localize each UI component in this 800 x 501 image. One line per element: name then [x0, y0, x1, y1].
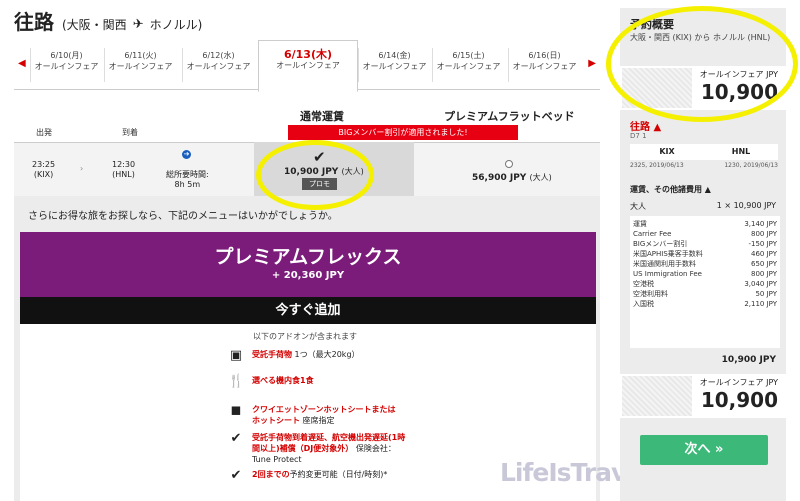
feature-item: ▣ 受託手荷物 1つ（最大20kg）	[229, 348, 360, 363]
feature-item: ✔ 2回までの予約変更可能（日付/時刻)*	[228, 469, 402, 483]
feature-item: 🍴 選べる機内食1食	[228, 374, 314, 389]
fees-toggle[interactable]: 運賃、その他諸費用 ▲	[630, 184, 711, 195]
summary-price-box-bottom: オールインフェア JPY 10,900	[620, 374, 786, 418]
plane-icon: ✈	[132, 17, 144, 32]
next-button[interactable]: 次へ »	[640, 435, 768, 465]
fee-row: US Immigration Fee 800 JPY	[633, 270, 777, 278]
fee-row: 入国税 2,110 JPY	[633, 300, 777, 308]
prev-dates-arrow-icon[interactable]: ◀	[18, 58, 26, 69]
fee-row: 米国通関利用手数料 650 JPY	[633, 260, 777, 268]
fee-row: BIGメンバー割引 -150 JPY	[633, 240, 777, 248]
arrive-column-header: 到着	[122, 128, 138, 137]
date-tab[interactable]: 6/12(水) オールインフェア	[182, 48, 254, 82]
included-label: 以下のアドオンが含まれます	[253, 332, 357, 341]
discount-banner: BIGメンバー割引が適用されました!	[288, 125, 518, 140]
route-header: 往路 (大阪・関西 ✈ ホノルル)	[14, 6, 202, 35]
premium-flex-card: プレミアムフレックス + 20,360 JPY	[20, 232, 596, 297]
segment-bar: KIX HNL	[630, 144, 778, 160]
fee-row: 運賃 3,140 JPY	[633, 220, 777, 228]
next-dates-arrow-icon[interactable]: ▶	[588, 58, 596, 69]
destination-city: ホノルル)	[149, 18, 203, 32]
caret-up-icon: ▲	[653, 122, 662, 133]
premium-flex-price: + 20,360 JPY	[271, 270, 345, 281]
date-tab[interactable]: 6/14(金) オールインフェア	[358, 48, 430, 82]
departure-info: 23:25 (KIX)	[32, 160, 56, 179]
meal-icon: 🍴	[228, 374, 245, 389]
feature-item: ✔ 受託手荷物到着遅延、航空機出発遅延(1時間以上)補償（DJ便対象外） 保険会…	[228, 432, 412, 465]
date-carousel: ◀ 6/10(月) オールインフェア 6/11(火) オールインフェア 6/12(水…	[14, 40, 600, 92]
seat-icon: ◼	[230, 403, 242, 418]
feature-item: ◼ クワイエットゾーンホットシートまたはホットシート 座席指定	[228, 404, 402, 426]
highlight-circle	[606, 6, 798, 122]
premium-fare-price: 56,900 JPY (大人)	[472, 173, 552, 183]
route-cities: (大阪・関西 ✈ ホノルル)	[62, 16, 202, 33]
info-icon[interactable]: ➔	[182, 150, 191, 159]
arrival-info: 12:30 (HNL)	[112, 160, 136, 179]
fee-row: 空港利用料 50 JPY	[633, 290, 777, 298]
date-tab-selected[interactable]: 6/13(木) オールインフェア	[258, 40, 358, 92]
addon-intro: さらにお得な旅をお探しなら、下記のメニューはいかがでしょうか。	[28, 211, 338, 222]
date-tab[interactable]: 6/15(土) オールインフェア	[432, 48, 504, 82]
highlight-circle	[256, 140, 374, 210]
segment-times: 2325, 2019/06/13 1230, 2019/06/13	[630, 162, 778, 169]
summary-price-bottom: 10,900	[700, 388, 778, 412]
date-tab[interactable]: 6/11(火) オールインフェア	[104, 48, 176, 82]
duration-info: 総所要時間: 8h 5m	[166, 170, 209, 189]
chevron-right-icon: ›	[80, 164, 84, 173]
fee-row: 空港税 3,040 JPY	[633, 280, 777, 288]
origin-city: (大阪・関西	[62, 18, 127, 32]
check-icon: ✔	[230, 468, 242, 483]
fee-row: Carrier Fee 800 JPY	[633, 230, 777, 238]
premium-fare-header: プレミアムフラットベッド	[444, 110, 575, 123]
luggage-icon: ▣	[229, 348, 243, 363]
standard-fare-header: 通常運賃	[300, 110, 344, 123]
flight-number: D7 1	[630, 132, 647, 140]
check-icon: ✔	[230, 431, 242, 446]
add-now-button[interactable]: 今すぐ追加	[20, 297, 596, 324]
premium-fare-radio[interactable]	[505, 160, 513, 168]
date-tab[interactable]: 6/16(日) オールインフェア	[508, 48, 580, 82]
fees-total: 10,900 JPY	[721, 355, 776, 365]
fee-breakdown: 運賃 3,140 JPY Carrier Fee 800 JPY BIGメンバー割引…	[630, 216, 780, 348]
premium-flex-title: プレミアムフレックス	[214, 246, 402, 268]
fee-row: 米国APHIS乗客手数料 460 JPY	[633, 250, 777, 258]
adult-fare-line: 大人 1 × 10,900 JPY	[630, 201, 776, 211]
depart-column-header: 出発	[36, 128, 52, 137]
outbound-toggle[interactable]: 往路 ▲	[630, 118, 661, 133]
caret-up-icon: ▲	[704, 185, 711, 194]
page-title: 往路	[14, 10, 54, 34]
date-tab[interactable]: 6/10(月) オールインフェア	[30, 48, 102, 82]
